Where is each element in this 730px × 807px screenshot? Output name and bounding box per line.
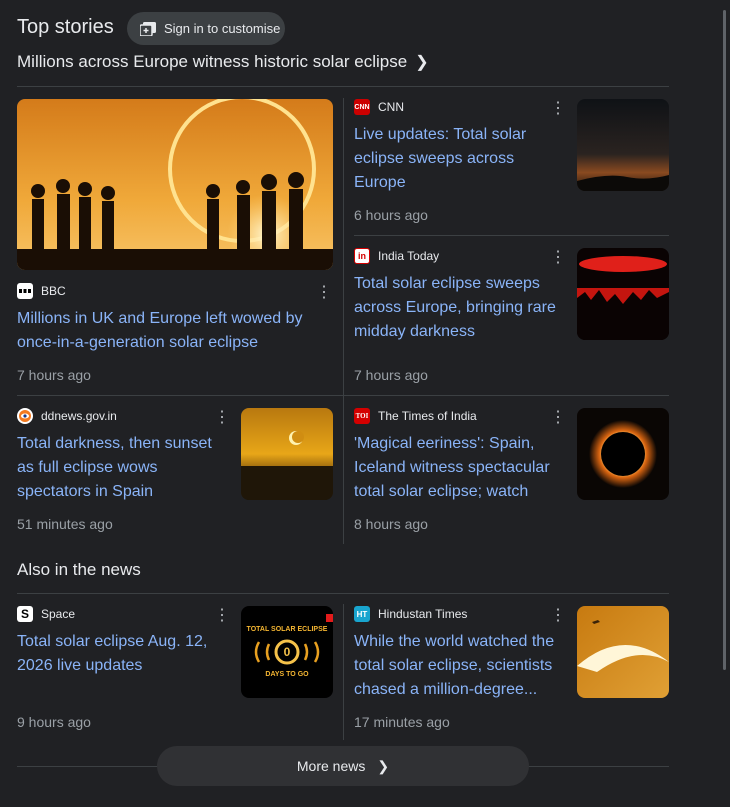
thumb-caption-bottom: DAYS TO GO <box>265 671 309 678</box>
divider <box>17 395 669 396</box>
story-thumbnail[interactable] <box>241 408 333 500</box>
divider <box>354 235 669 236</box>
story-thumbnail[interactable] <box>577 408 669 500</box>
story-link[interactable]: Total darkness, then sunset as full ecli… <box>17 432 227 504</box>
column-divider <box>343 98 344 544</box>
more-vert-icon[interactable]: ⋮ <box>314 282 334 302</box>
hindustan-times-logo-icon: HT <box>354 606 370 622</box>
source-name: Hindustan Times <box>378 607 468 621</box>
column-divider <box>343 604 344 740</box>
story-source: TOI The Times of India <box>354 408 477 424</box>
scrollbar[interactable] <box>723 10 726 670</box>
divider <box>17 86 669 87</box>
ddnews-logo-icon <box>17 408 33 424</box>
story-source: CNN CNN <box>354 99 404 115</box>
story-link[interactable]: Total solar eclipse sweeps across Europe… <box>354 272 569 344</box>
cnn-logo-icon: CNN <box>354 99 370 115</box>
story-source: ddnews.gov.in <box>17 408 117 424</box>
story-link[interactable]: 'Magical eeriness': Spain, Iceland witne… <box>354 432 569 504</box>
story-time: 17 minutes ago <box>354 714 450 730</box>
also-title: Also in the news <box>17 560 141 579</box>
story-time: 9 hours ago <box>17 714 91 730</box>
newspaper-plus-icon <box>140 21 156 36</box>
india-today-logo-icon: in <box>354 248 370 264</box>
space-logo-icon: S <box>17 606 33 622</box>
signin-button[interactable]: Sign in to customise <box>127 12 285 45</box>
thumb-caption-top: TOTAL SOLAR ECLIPSE <box>246 626 328 633</box>
more-vert-icon[interactable]: ⋮ <box>548 98 568 118</box>
more-vert-icon[interactable]: ⋮ <box>548 605 568 625</box>
story-link[interactable]: Total solar eclipse Aug. 12, 2026 live u… <box>17 630 227 678</box>
toi-logo-icon: TOI <box>354 408 370 424</box>
story-time: 51 minutes ago <box>17 516 113 532</box>
story-thumbnail[interactable] <box>577 248 669 340</box>
story-time: 6 hours ago <box>354 207 428 223</box>
source-name: BBC <box>41 284 66 298</box>
thumb-countdown: 0 <box>283 645 291 659</box>
story-source: in India Today <box>354 248 439 264</box>
story-source: S Space <box>17 606 75 622</box>
source-name: CNN <box>378 100 404 114</box>
section-title: Top stories <box>17 16 114 38</box>
headline-link[interactable]: Millions across Europe witness historic … <box>17 52 429 72</box>
more-vert-icon[interactable]: ⋮ <box>212 605 232 625</box>
more-news-button[interactable]: More news ❯ <box>157 746 529 786</box>
more-news-label: More news <box>296 758 366 774</box>
story-source: HT Hindustan Times <box>354 606 467 622</box>
source-name: India Today <box>378 249 440 263</box>
more-vert-icon[interactable]: ⋮ <box>212 407 232 427</box>
story-thumbnail[interactable] <box>17 99 333 270</box>
story-link[interactable]: Live updates: Total solar eclipse sweeps… <box>354 123 564 195</box>
headline-text: Millions across Europe witness historic … <box>17 52 408 71</box>
source-name: Space <box>41 607 76 621</box>
story-thumbnail[interactable] <box>577 606 669 698</box>
chevron-right-icon: ❯ <box>415 54 429 71</box>
divider <box>17 593 669 594</box>
source-name: ddnews.gov.in <box>41 409 117 423</box>
story-thumbnail[interactable] <box>577 99 669 191</box>
signin-label: Sign in to customise <box>164 21 281 36</box>
bbc-logo-icon <box>17 283 33 299</box>
story-time: 7 hours ago <box>17 367 91 383</box>
story-time: 8 hours ago <box>354 516 428 532</box>
story-link[interactable]: Millions in UK and Europe left wowed by … <box>17 307 327 355</box>
source-name: The Times of India <box>378 409 477 423</box>
chevron-right-icon: ❯ <box>377 757 390 774</box>
more-vert-icon[interactable]: ⋮ <box>548 407 568 427</box>
story-time: 7 hours ago <box>354 367 428 383</box>
more-vert-icon[interactable]: ⋮ <box>548 247 568 267</box>
story-thumbnail[interactable]: TOTAL SOLAR ECLIPSE 0 DAYS TO GO <box>241 606 333 698</box>
story-source: BBC <box>17 283 66 299</box>
story-link[interactable]: While the world watched the total solar … <box>354 630 569 702</box>
